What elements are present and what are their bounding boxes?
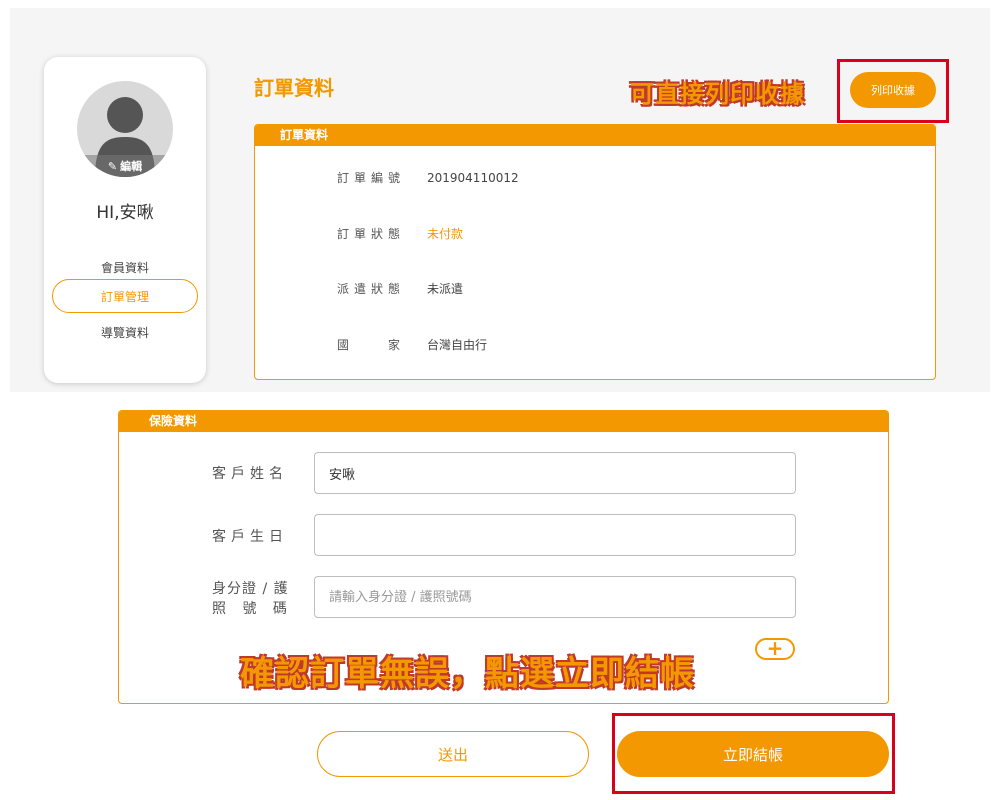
plus-icon: + (766, 636, 784, 660)
greeting-text: HI,安啾 (96, 203, 154, 223)
sidebar-item-order-management[interactable]: 訂單管理 (52, 279, 198, 313)
id-passport-input[interactable] (314, 576, 796, 618)
print-annotation: 可直接列印收據 (630, 80, 805, 108)
checkout-button[interactable]: 立即結帳 (617, 731, 889, 777)
order-number-label: 訂單編號 (337, 171, 406, 185)
checkout-annotation: 確認訂單無誤，點選立即結帳 (240, 654, 695, 694)
order-info-header: 訂單資料 (255, 125, 935, 146)
customer-name-input[interactable] (314, 452, 796, 494)
submit-button[interactable]: 送出 (317, 731, 589, 777)
order-status-value: 未付款 (427, 227, 464, 241)
print-receipt-button[interactable]: 列印收據 (850, 72, 936, 108)
member-sidebar: ✎ 編輯 HI,安啾 會員資料 訂單管理 導覽資料 (44, 57, 206, 383)
dispatch-status-row: 派遣狀態 未派遣 (337, 280, 463, 297)
country-label: 國 家 (337, 338, 406, 352)
dispatch-status-value: 未派遣 (427, 282, 464, 296)
country-value: 台灣自由行 (427, 338, 488, 352)
dispatch-status-label: 派遣狀態 (337, 282, 406, 296)
insurance-header: 保險資料 (119, 411, 888, 432)
avatar-edit-label: 編輯 (120, 160, 143, 173)
order-status-label: 訂單狀態 (337, 227, 406, 241)
id-passport-label-line1: 身分證 / 護 (212, 581, 289, 597)
order-info-panel: 訂單資料 訂單編號 201904110012 訂單狀態 未付款 派遣狀態 未派遣… (254, 124, 936, 380)
customer-birthday-label: 客戶生日 (212, 529, 288, 545)
page-title: 訂單資料 (254, 76, 334, 100)
customer-birthday-input[interactable] (314, 514, 796, 556)
id-passport-label-line2: 照 號 碼 (212, 601, 293, 617)
sidebar-item-tour-info[interactable]: 導覽資料 (52, 315, 198, 349)
avatar[interactable]: ✎ 編輯 (77, 81, 173, 177)
order-number-value: 201904110012 (427, 170, 519, 185)
avatar-edit-button[interactable]: ✎ 編輯 (77, 155, 173, 177)
order-status-row: 訂單狀態 未付款 (337, 225, 463, 242)
add-insured-button[interactable]: + (755, 638, 795, 660)
order-number-row: 訂單編號 201904110012 (337, 169, 519, 186)
pencil-icon: ✎ (107, 159, 118, 173)
country-row: 國 家 台灣自由行 (337, 336, 487, 353)
customer-name-label: 客戶姓名 (212, 466, 288, 482)
